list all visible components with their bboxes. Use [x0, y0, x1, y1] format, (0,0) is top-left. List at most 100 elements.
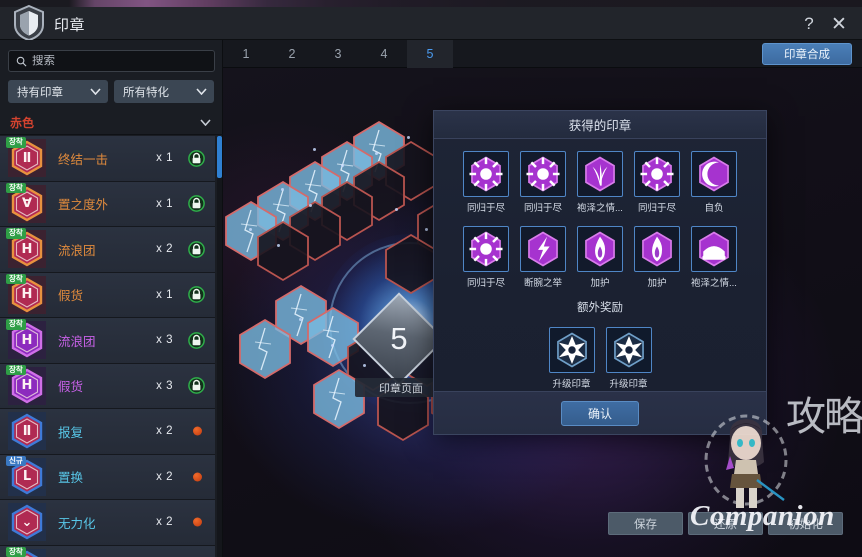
lock-icon[interactable]	[188, 149, 205, 167]
sun-icon	[469, 231, 503, 267]
hex-connector-dot	[395, 208, 398, 211]
filter-possession-dropdown[interactable]: 持有印章	[8, 80, 108, 103]
hex-node[interactable]	[237, 318, 293, 380]
seal-list-item[interactable]: ∀ 장착 置之度外 x 1	[0, 181, 215, 227]
chevron-down-icon	[196, 88, 207, 95]
obtained-seal-cell[interactable]: 同归于尽	[463, 226, 509, 289]
confirm-button[interactable]: 确认	[561, 400, 639, 426]
page-tabbar: 1 2 3 4 5 印章合成	[223, 40, 862, 68]
seal-item-icon: H 장착	[6, 319, 46, 360]
seal-label: 袍泽之情...	[577, 203, 623, 214]
lock-icon[interactable]	[188, 331, 205, 349]
equipped-badge: 장착	[6, 546, 26, 557]
seal-list-item[interactable]: L 신규 置换 x 2	[0, 454, 215, 500]
obtained-seal-cell[interactable]: 同归于尽	[634, 151, 680, 214]
obtained-seal-cell[interactable]: 自负	[691, 151, 737, 214]
seal-item-name: 置之度外	[58, 198, 109, 213]
obtained-seal-cell[interactable]: 袍泽之情...	[691, 226, 737, 289]
save-button[interactable]: 保存	[608, 512, 683, 535]
equipped-badge: 장착	[6, 319, 26, 330]
chevron-down-icon	[90, 88, 101, 95]
seal-merge-button[interactable]: 印章合成	[762, 43, 852, 65]
obtained-seal-cell[interactable]: 袍泽之情...	[577, 151, 623, 214]
seal-list-item[interactable]: H 장착 流浪团 x 3	[0, 318, 215, 364]
seal-item-icon: ∀장착	[6, 182, 46, 223]
help-icon[interactable]: ?	[796, 11, 822, 37]
equipped-badge: 장착	[6, 137, 26, 148]
obtained-seal-cell[interactable]: 同归于尽	[520, 151, 566, 214]
seal-label: 升级印章	[609, 379, 648, 390]
bonus-rewards-title: 额外奖励	[577, 302, 623, 314]
hex-node[interactable]	[255, 220, 311, 282]
obtained-seal-cell[interactable]: 断腕之举	[520, 226, 566, 289]
sidebar-scrollbar[interactable]	[217, 136, 222, 557]
hex-connector-dot	[407, 136, 410, 139]
category-label: 赤色	[10, 115, 35, 130]
seal-list-item[interactable]: ∀장착置之度外x 4	[0, 545, 215, 557]
tab-page-2[interactable]: 2	[269, 40, 315, 68]
tab-page-4[interactable]: 4	[361, 40, 407, 68]
seal-item-quantity: x 2	[156, 516, 173, 529]
seal-label: 自负	[704, 203, 724, 214]
seal-item-name: 置换	[58, 471, 84, 486]
seal-icon-frame	[634, 226, 680, 272]
background-bleed-strip	[0, 0, 862, 7]
hex-connector-dot	[341, 164, 344, 167]
seal-item-quantity: x 3	[156, 334, 173, 347]
hex-node[interactable]	[383, 233, 439, 295]
seal-list-item[interactable]: Ⅱ 报复 x 2	[0, 409, 215, 455]
search-box[interactable]	[8, 50, 215, 72]
seal-item-icon: ⌄	[8, 503, 46, 542]
lock-icon[interactable]	[188, 286, 205, 304]
center-node-number: 5	[390, 321, 408, 356]
unequipped-indicator-dot	[193, 472, 202, 482]
reset-button[interactable]: 初始化	[768, 512, 843, 535]
seal-item-icon: Ⅱ	[8, 412, 46, 451]
seal-icon-frame	[548, 327, 595, 373]
seal-icon-frame	[463, 226, 509, 272]
tab-page-1[interactable]: 1	[223, 40, 269, 68]
sun-icon	[526, 156, 560, 192]
flame-icon	[585, 231, 615, 267]
seal-list-item[interactable]: H 장착 假货 x 1	[0, 272, 215, 318]
seal-item-name: 终结一击	[58, 152, 109, 167]
bonus-reward-cell[interactable]: 升级印章	[605, 327, 652, 390]
seal-label: 加护	[647, 278, 667, 289]
seal-list-item[interactable]: Ⅱ 장착 终结一击 x 1	[0, 136, 215, 182]
seal-item-name: 报复	[58, 425, 84, 440]
equipped-badge: 장착	[6, 273, 26, 284]
bonus-reward-cell[interactable]: 升级印章	[548, 327, 595, 390]
lock-icon[interactable]	[188, 240, 205, 258]
window-titlebar: 印章 ? ✕	[0, 4, 862, 42]
close-icon[interactable]: ✕	[826, 11, 852, 37]
seal-list-item[interactable]: H 장착 流浪团 x 2	[0, 227, 215, 273]
seal-icon-frame	[691, 151, 737, 197]
obtained-seal-cell[interactable]: 加护	[577, 226, 623, 289]
seal-list[interactable]: Ⅱ 장착 终结一击 x 1 ∀ 장착 置之度外 x 1 H 장착 流浪团 x 2 H 장착 假货 x 1 H 장착…	[0, 136, 223, 557]
obtained-seals-modal: 获得的印章 同归于尽 同归于尽 袍泽之情... 同归于尽 自负 同归于尽 断腕之举 加护 加护…	[433, 110, 767, 435]
seal-icon-frame	[520, 151, 566, 197]
obtained-seal-cell[interactable]: 加护	[634, 226, 680, 289]
lock-icon[interactable]	[188, 377, 205, 395]
seal-label: 升级印章	[552, 379, 591, 390]
lock-icon[interactable]	[188, 195, 205, 213]
search-input[interactable]	[32, 55, 202, 67]
scrollbar-thumb[interactable]	[217, 136, 222, 178]
shelter-icon	[699, 231, 729, 267]
restore-button[interactable]: 还原	[688, 512, 763, 535]
seal-item-name: 流浪团	[58, 243, 96, 258]
sun-icon	[640, 156, 674, 192]
tab-page-5[interactable]: 5	[407, 40, 453, 68]
filter-specialization-dropdown[interactable]: 所有特化	[114, 80, 214, 103]
category-header-red[interactable]: 赤色	[0, 110, 223, 135]
equipped-badge: 장착	[6, 182, 26, 193]
tab-page-3[interactable]: 3	[315, 40, 361, 68]
seal-item-icon: Ⅱ 장착	[6, 137, 46, 178]
obtained-seal-cell[interactable]: 同归于尽	[463, 151, 509, 214]
seal-list-item[interactable]: ⌄ 无力化 x 2	[0, 500, 215, 546]
seal-list-item[interactable]: H 장착 假货 x 3	[0, 363, 215, 409]
seal-item-quantity: x 2	[156, 470, 173, 483]
seal-item-name: 流浪团	[58, 334, 96, 349]
seal-item-quantity: x 1	[156, 288, 173, 301]
filter-possession-label: 持有印章	[17, 86, 63, 99]
